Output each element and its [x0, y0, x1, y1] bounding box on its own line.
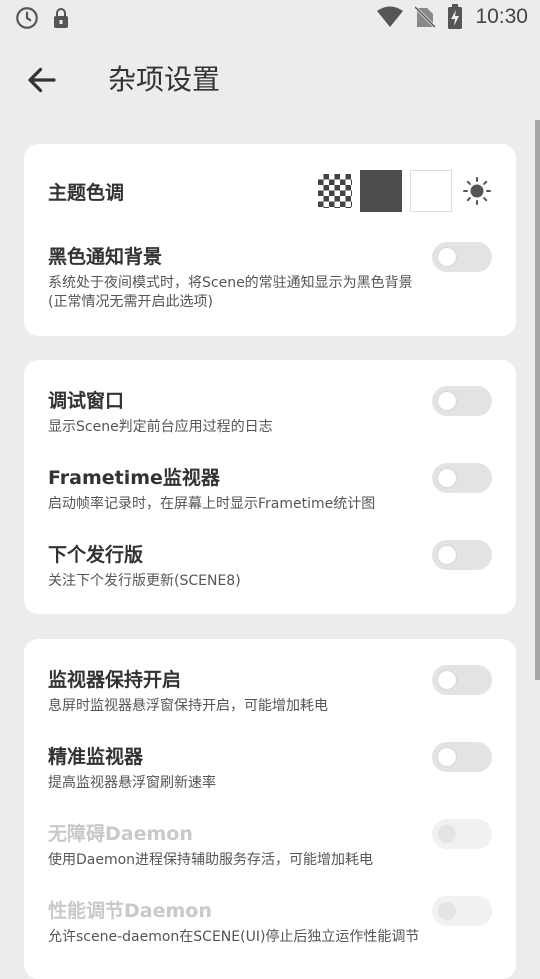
- lock-icon: [54, 8, 68, 28]
- performance-daemon-toggle: [432, 896, 492, 926]
- scrollbar[interactable]: [535, 120, 540, 680]
- theme-color-row: 主题色调: [48, 170, 492, 212]
- toggle-knob: [438, 546, 456, 564]
- back-arrow-icon[interactable]: [24, 62, 60, 98]
- debug-window-label: 调试窗口: [48, 390, 125, 412]
- wifi-icon: [377, 6, 404, 27]
- frametime-monitor-row[interactable]: Frametime监视器 启动帧率记录时，在屏幕上时显示Frametime统计图: [48, 463, 492, 514]
- toggle-knob: [438, 902, 456, 920]
- debug-window-toggle[interactable]: [432, 386, 492, 416]
- app-bar: 杂项设置: [0, 48, 540, 110]
- frametime-monitor-desc: 启动帧率记录时，在屏幕上时显示Frametime统计图: [48, 496, 376, 512]
- theme-swatches: [318, 170, 492, 212]
- clock-time: 10:30: [475, 5, 528, 28]
- no-sim-icon: [415, 5, 436, 29]
- next-release-toggle[interactable]: [432, 540, 492, 570]
- frametime-monitor-toggle[interactable]: [432, 463, 492, 493]
- debug-card: 调试窗口 显示Scene判定前台应用过程的日志 Frametime监视器 启动帧…: [24, 360, 516, 614]
- accessibility-daemon-row: 无障碍Daemon 使用Daemon进程保持辅助服务存活，可能增加耗电: [48, 819, 492, 870]
- performance-daemon-row: 性能调节Daemon 允许scene-daemon在SCENE(UI)停止后独立…: [48, 896, 492, 947]
- toggle-knob: [438, 825, 456, 843]
- precise-monitor-toggle[interactable]: [432, 742, 492, 772]
- black-notification-label: 黑色通知背景: [48, 246, 163, 268]
- toggle-knob: [438, 248, 456, 266]
- black-notification-desc: 系统处于夜间模式时，将Scene的常驻通知显示为黑色背景 (正常情况无需开启此选…: [48, 274, 492, 312]
- black-notification-desc-line1: 系统处于夜间模式时，将Scene的常驻通知显示为黑色背景: [48, 275, 413, 291]
- sun-icon[interactable]: [462, 176, 492, 206]
- status-bar: 10:30: [0, 0, 540, 36]
- accessibility-daemon-toggle: [432, 819, 492, 849]
- debug-window-desc: 显示Scene判定前台应用过程的日志: [48, 419, 273, 435]
- frametime-monitor-label: Frametime监视器: [48, 467, 220, 489]
- black-notification-desc-line2: (正常情况无需开启此选项): [48, 294, 213, 310]
- toggle-knob: [438, 392, 456, 410]
- accessibility-daemon-desc: 使用Daemon进程保持辅助服务存活，可能增加耗电: [48, 852, 374, 868]
- next-release-label: 下个发行版: [48, 544, 144, 566]
- debug-window-row[interactable]: 调试窗口 显示Scene判定前台应用过程的日志: [48, 386, 492, 437]
- precise-monitor-desc: 提高监视器悬浮窗刷新速率: [48, 775, 216, 791]
- monitor-card: 监视器保持开启 息屏时监视器悬浮窗保持开启，可能增加耗电 精准监视器 提高监视器…: [24, 639, 516, 979]
- performance-daemon-label: 性能调节Daemon: [48, 900, 212, 922]
- toggle-knob: [438, 671, 456, 689]
- monitor-keep-on-label: 监视器保持开启: [48, 669, 182, 691]
- transparent-swatch[interactable]: [318, 174, 352, 208]
- black-notification-toggle[interactable]: [432, 242, 492, 272]
- battery-charging-icon: [448, 4, 463, 29]
- next-release-row[interactable]: 下个发行版 关注下个发行版更新(SCENE8): [48, 540, 492, 591]
- theme-card: 主题色调 黑色通知背景 系统处于夜间模式时，将Scene的常驻通知显示为黑色背景…: [24, 144, 516, 336]
- monitor-keep-on-desc: 息屏时监视器悬浮窗保持开启，可能增加耗电: [48, 698, 328, 714]
- accessibility-daemon-label: 无障碍Daemon: [48, 823, 193, 845]
- dark-swatch[interactable]: [360, 170, 402, 212]
- monitor-keep-on-toggle[interactable]: [432, 665, 492, 695]
- next-release-desc: 关注下个发行版更新(SCENE8): [48, 573, 241, 589]
- black-notification-row[interactable]: 黑色通知背景 系统处于夜间模式时，将Scene的常驻通知显示为黑色背景 (正常情…: [48, 242, 492, 312]
- toggle-knob: [438, 469, 456, 487]
- precise-monitor-row[interactable]: 精准监视器 提高监视器悬浮窗刷新速率: [48, 742, 492, 793]
- precise-monitor-label: 精准监视器: [48, 746, 144, 768]
- toggle-knob: [438, 748, 456, 766]
- monitor-keep-on-row[interactable]: 监视器保持开启 息屏时监视器悬浮窗保持开启，可能增加耗电: [48, 665, 492, 716]
- light-swatch[interactable]: [410, 170, 452, 212]
- alarm-clock-icon: [16, 7, 38, 29]
- page-title: 杂项设置: [108, 63, 221, 96]
- performance-daemon-desc: 允许scene-daemon在SCENE(UI)停止后独立运作性能调节: [48, 929, 420, 945]
